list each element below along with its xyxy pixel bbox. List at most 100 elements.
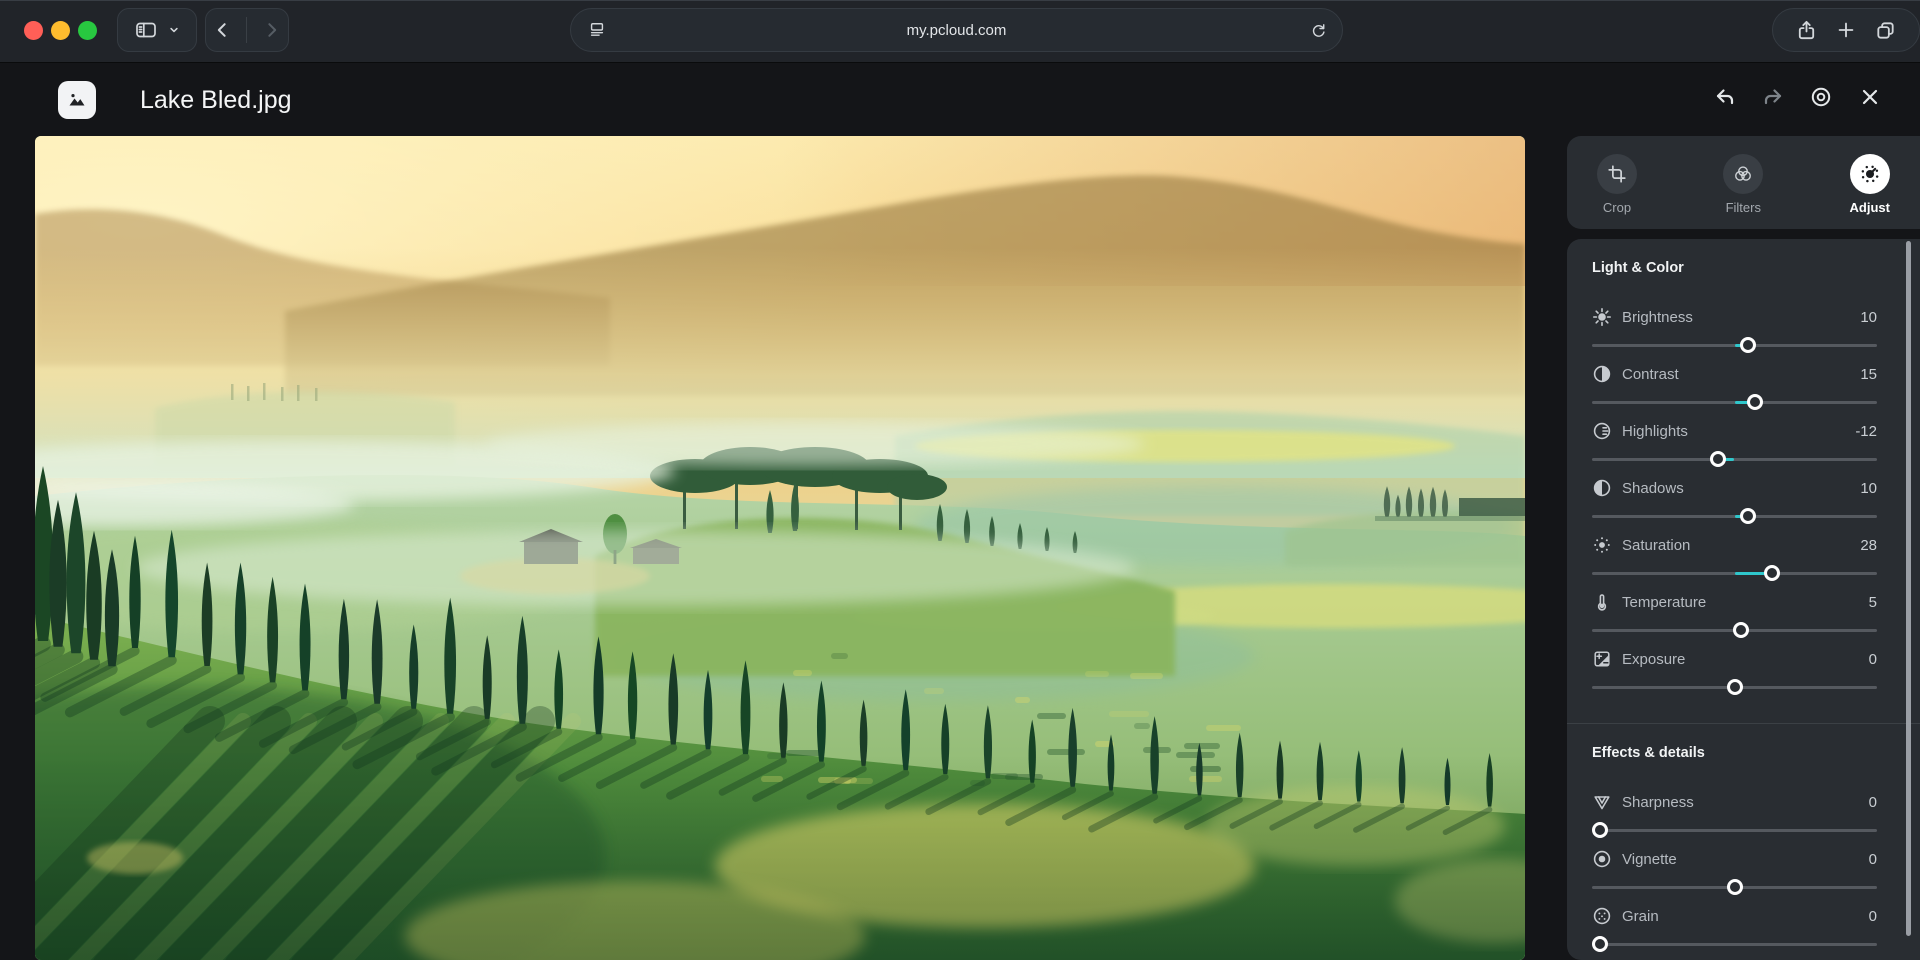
- grain-icon: [1592, 906, 1612, 926]
- panel-section: Effects & details Sharpness 0 Vignette 0: [1567, 723, 1920, 960]
- slider-value: 5: [1869, 594, 1877, 611]
- slider-row-contrast: Contrast 15: [1592, 364, 1877, 410]
- slider-track-saturation[interactable]: [1592, 565, 1877, 581]
- slider-handle-saturation[interactable]: [1764, 565, 1780, 581]
- slider-row-temperature: Temperature 5: [1592, 592, 1877, 638]
- url-text[interactable]: my.pcloud.com: [571, 22, 1342, 39]
- new-tab-icon[interactable]: [1835, 19, 1857, 41]
- slider-label: Brightness: [1622, 309, 1693, 326]
- slider-value: 0: [1869, 794, 1877, 811]
- shadows-icon: [1592, 478, 1612, 498]
- slider-handle-vignette[interactable]: [1727, 879, 1743, 895]
- chevron-down-icon[interactable]: [167, 23, 181, 37]
- sidebar-toggle-group: [117, 8, 197, 52]
- slider-handle-shadows[interactable]: [1740, 508, 1756, 524]
- slider-label: Saturation: [1622, 537, 1690, 554]
- page-title: Lake Bled.jpg: [140, 86, 292, 115]
- reload-icon[interactable]: [1309, 21, 1328, 40]
- slider-value: 28: [1860, 537, 1877, 554]
- slider-handle-sharpness[interactable]: [1592, 822, 1608, 838]
- slider-track-sharpness[interactable]: [1592, 822, 1877, 838]
- slider-value: 15: [1860, 366, 1877, 383]
- editor-mode-tabs: Crop Filters Adjust: [1567, 136, 1920, 229]
- slider-value: 10: [1860, 480, 1877, 497]
- close-icon[interactable]: [1858, 85, 1882, 109]
- slider-track-temperature[interactable]: [1592, 622, 1877, 638]
- saturation-icon: [1592, 535, 1612, 555]
- slider-track-grain[interactable]: [1592, 936, 1877, 952]
- nav-button-group: [205, 8, 289, 52]
- slider-row-shadows: Shadows 10: [1592, 478, 1877, 524]
- slider-row-saturation: Saturation 28: [1592, 535, 1877, 581]
- slider-handle-grain[interactable]: [1592, 936, 1608, 952]
- slider-label: Shadows: [1622, 480, 1684, 497]
- slider-row-sharpness: Sharpness 0: [1592, 792, 1877, 838]
- adjust-icon: [1850, 154, 1890, 194]
- slider-value: 10: [1860, 309, 1877, 326]
- vignette-icon: [1592, 849, 1612, 869]
- redo-icon[interactable]: [1761, 85, 1785, 109]
- slider-track-brightness[interactable]: [1592, 337, 1877, 353]
- temperature-icon: [1592, 592, 1612, 612]
- slider-label: Grain: [1622, 908, 1659, 925]
- slider-track-vignette[interactable]: [1592, 879, 1877, 895]
- contrast-icon: [1592, 364, 1612, 384]
- slider-row-vignette: Vignette 0: [1592, 849, 1877, 895]
- slider-label: Sharpness: [1622, 794, 1694, 811]
- tab-crop[interactable]: Crop: [1597, 136, 1637, 229]
- adjustments-panel: Light & Color Brightness 10 Contrast 15: [1567, 239, 1920, 960]
- slider-handle-temperature[interactable]: [1733, 622, 1749, 638]
- slider-value: 0: [1869, 908, 1877, 925]
- panel-scrollbar[interactable]: [1906, 241, 1911, 936]
- slider-label: Temperature: [1622, 594, 1706, 611]
- filters-icon: [1723, 154, 1763, 194]
- sharpness-icon: [1592, 792, 1612, 812]
- slider-track-shadows[interactable]: [1592, 508, 1877, 524]
- crop-icon: [1597, 154, 1637, 194]
- slider-row-highlights: Highlights -12: [1592, 421, 1877, 467]
- sidebar-icon[interactable]: [134, 18, 158, 42]
- zoom-window-button[interactable]: [78, 21, 97, 40]
- highlights-icon: [1592, 421, 1612, 441]
- close-window-button[interactable]: [24, 21, 43, 40]
- slider-label: Exposure: [1622, 651, 1685, 668]
- photo-canvas: [35, 136, 1525, 960]
- section-title: Effects & details: [1592, 744, 1877, 762]
- exposure-icon: [1592, 649, 1612, 669]
- slider-handle-exposure[interactable]: [1727, 679, 1743, 695]
- minimize-window-button[interactable]: [51, 21, 70, 40]
- slider-label: Contrast: [1622, 366, 1679, 383]
- image-file-icon: [58, 81, 96, 119]
- slider-handle-highlights[interactable]: [1710, 451, 1726, 467]
- nav-separator: [246, 17, 247, 43]
- slider-handle-brightness[interactable]: [1740, 337, 1756, 353]
- forward-icon[interactable]: [261, 20, 281, 40]
- slider-track-exposure[interactable]: [1592, 679, 1877, 695]
- slider-value: 0: [1869, 851, 1877, 868]
- tab-overview-icon[interactable]: [1874, 19, 1897, 42]
- slider-row-grain: Grain 0: [1592, 906, 1877, 952]
- slider-track-contrast[interactable]: [1592, 394, 1877, 410]
- preview-icon[interactable]: [1809, 85, 1833, 109]
- section-title: Light & Color: [1592, 259, 1877, 277]
- slider-value: -12: [1855, 423, 1877, 440]
- address-bar[interactable]: my.pcloud.com: [570, 8, 1343, 52]
- browser-toolbar: my.pcloud.com: [0, 0, 1920, 62]
- back-icon[interactable]: [213, 20, 233, 40]
- slider-row-exposure: Exposure 0: [1592, 649, 1877, 695]
- slider-track-highlights[interactable]: [1592, 451, 1877, 467]
- tab-adjust[interactable]: Adjust: [1850, 136, 1890, 229]
- panel-section: Light & Color Brightness 10 Contrast 15: [1567, 239, 1920, 723]
- undo-icon[interactable]: [1713, 85, 1737, 109]
- browser-window: my.pcloud.com: [0, 0, 1920, 960]
- tab-filters[interactable]: Filters: [1723, 136, 1763, 229]
- slider-handle-contrast[interactable]: [1747, 394, 1763, 410]
- tab-label: Adjust: [1850, 200, 1890, 215]
- share-icon[interactable]: [1795, 19, 1818, 42]
- window-actions-group: [1772, 8, 1920, 52]
- tab-label: Filters: [1726, 200, 1761, 215]
- slider-value: 0: [1869, 651, 1877, 668]
- slider-row-brightness: Brightness 10: [1592, 307, 1877, 353]
- slider-label: Vignette: [1622, 851, 1677, 868]
- brightness-icon: [1592, 307, 1612, 327]
